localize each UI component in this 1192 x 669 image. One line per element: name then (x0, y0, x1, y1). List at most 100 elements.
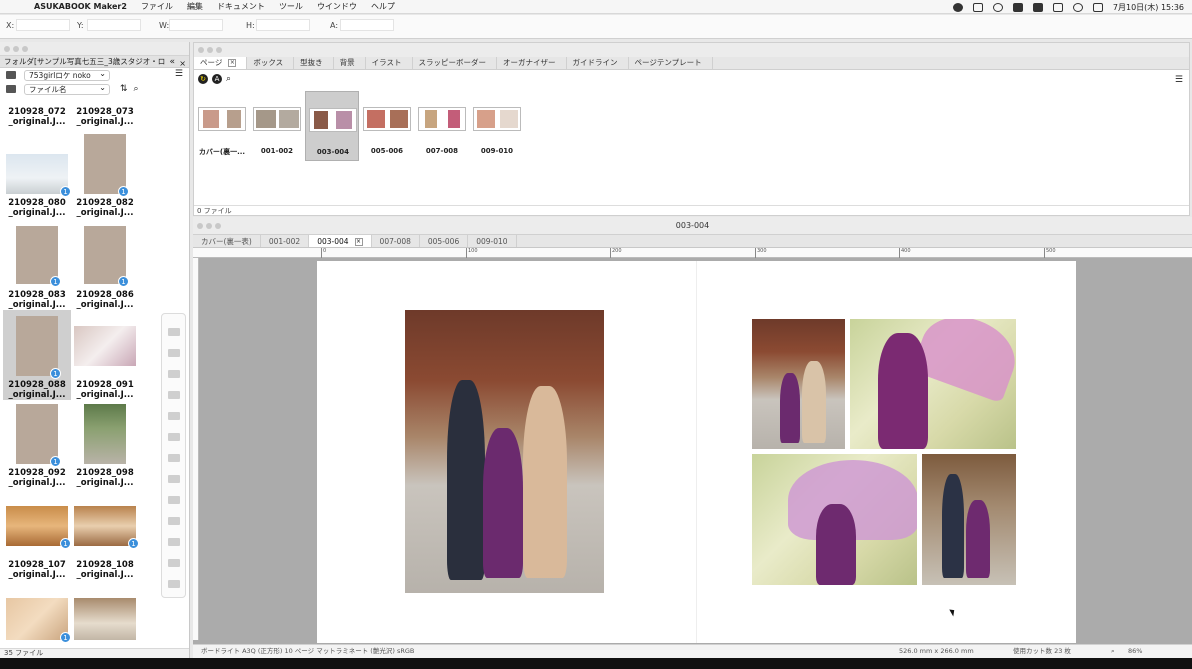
doc-tab-003-004[interactable]: 003-004 × (309, 235, 372, 247)
sort-select[interactable]: ファイル名 (24, 83, 110, 95)
close-dot[interactable] (4, 46, 10, 52)
photo-box-family[interactable] (405, 310, 604, 593)
x-field[interactable] (16, 19, 70, 31)
close-dot[interactable] (198, 47, 204, 53)
space-evenly-icon[interactable] (168, 496, 180, 504)
doc-tab-007-008[interactable]: 007-008 (372, 235, 420, 247)
panel-menu-icon[interactable]: ☰ (175, 69, 183, 79)
sort-order-icon[interactable]: ⇅ (120, 84, 128, 94)
page-panel-menu-icon[interactable]: ☰ (1175, 75, 1183, 85)
h-field[interactable] (256, 19, 310, 31)
minimize-dot[interactable] (207, 47, 213, 53)
spread-thumbnail[interactable]: 001-002 (250, 91, 304, 161)
menu-help[interactable]: ヘルプ (371, 1, 395, 12)
clock[interactable]: 7月10日(木) 15:36 (1113, 2, 1184, 13)
align-middle-icon[interactable] (168, 412, 180, 420)
folder-select[interactable]: 753girlロケ noko (24, 69, 110, 81)
spread-thumbnail[interactable]: 005-006 (360, 91, 414, 161)
tab-page-template[interactable]: ページテンプレート (629, 57, 713, 69)
distribute-vertical-icon[interactable] (168, 454, 180, 462)
match-width-icon[interactable] (168, 538, 180, 546)
zoom-dot[interactable] (216, 47, 222, 53)
minimize-dot[interactable] (206, 223, 212, 229)
thumbnail-item[interactable]: 1 210928_092 _original.J... (3, 404, 71, 488)
thumbnail-item[interactable]: 1 210928_083 _original.J... (3, 226, 71, 310)
zoom-level[interactable]: 86% (1128, 645, 1142, 658)
wifi-icon[interactable] (1052, 2, 1063, 12)
minimize-dot[interactable] (13, 46, 19, 52)
tab-illustration[interactable]: イラスト (366, 57, 413, 69)
thumbnail-item-selected[interactable]: 1 210928_088 _original.J... (3, 310, 71, 400)
folder-tab[interactable]: フォルダ[サンプル写真七五三_3歳スタジオ・ロ « × (0, 56, 189, 68)
spread-canvas[interactable] (317, 261, 1076, 643)
y-field[interactable] (87, 19, 141, 31)
match-size-icon[interactable] (168, 559, 180, 567)
search-icon[interactable]: ⌕ (134, 84, 139, 94)
doc-tab-cover[interactable]: カバー(裏一表) (193, 235, 261, 247)
thumbnail-item[interactable]: 1 (3, 598, 71, 643)
spread-thumbnail[interactable]: 009-010 (470, 91, 524, 161)
spread-thumbnail-selected[interactable]: 003-004 (305, 91, 359, 161)
photo-box-father-child[interactable] (922, 454, 1016, 585)
menu-edit[interactable]: 編集 (187, 1, 203, 12)
doc-tab-005-006[interactable]: 005-006 (420, 235, 469, 247)
match-height-icon[interactable] (168, 517, 180, 525)
app-name-menu[interactable]: ASUKABOOK Maker2 (34, 2, 127, 11)
photo-box-shrine-mother-child[interactable] (752, 319, 845, 449)
app-status-icon[interactable] (972, 2, 983, 12)
tab-mask[interactable]: 型抜き (294, 57, 334, 69)
thumbnail-item[interactable] (71, 598, 139, 640)
page-add-icon[interactable]: ↻ (198, 74, 208, 84)
battery-app-icon[interactable] (1012, 2, 1023, 12)
thumbnail-item[interactable]: 210928_091 _original.J... (71, 310, 139, 400)
menu-tools[interactable]: ツール (279, 1, 303, 12)
align-bottom-icon[interactable] (168, 433, 180, 441)
tab-organizer[interactable]: オーガナイザー (497, 57, 567, 69)
creative-cloud-icon[interactable] (952, 2, 963, 12)
collapse-panel-icon[interactable]: « (169, 56, 175, 68)
spread-thumbnail[interactable]: カバー(裏一... (195, 91, 249, 161)
menu-document[interactable]: ドキュメント (217, 1, 265, 12)
thumbnail-item[interactable]: 1 210928_080 _original.J... (3, 134, 71, 218)
thumbnail-item[interactable]: 1 210928_108 _original.J... (71, 506, 139, 580)
tab-slappy-border[interactable]: スラッピーボーダー (413, 57, 497, 69)
photo-box-umbrella-wide[interactable] (752, 454, 917, 585)
play-icon[interactable] (992, 2, 1003, 12)
thumbnail-item[interactable]: 210928_072 _original.J... (3, 107, 71, 127)
control-center-icon[interactable] (1092, 2, 1103, 12)
folder-open-icon[interactable] (6, 85, 16, 93)
close-tab-icon[interactable]: × (354, 238, 363, 246)
align-top-icon[interactable] (168, 391, 180, 399)
spread-thumbnail[interactable]: 007-008 (415, 91, 469, 161)
rotate-group-icon[interactable] (168, 580, 180, 588)
thumbnail-item[interactable]: 210928_098 _original.J... (71, 404, 139, 488)
thumbnail-item[interactable]: 1 210928_086 _original.J... (71, 226, 139, 310)
page-search-icon[interactable]: ⌕ (226, 74, 231, 84)
thumbnail-item[interactable]: 1 210928_107 _original.J... (3, 506, 71, 580)
menu-file[interactable]: ファイル (141, 1, 173, 12)
photo-box-umbrella-closeup[interactable] (850, 319, 1016, 449)
doc-tab-001-002[interactable]: 001-002 (261, 235, 310, 247)
align-center-icon[interactable] (168, 349, 180, 357)
a-field[interactable] (340, 19, 394, 31)
distribute-horizontal-icon[interactable] (168, 475, 180, 483)
tab-pages[interactable]: ページ × (194, 57, 248, 69)
align-left-icon[interactable] (168, 328, 180, 336)
align-right-icon[interactable] (168, 370, 180, 378)
zoom-dot[interactable] (22, 46, 28, 52)
doc-tab-009-010[interactable]: 009-010 (468, 235, 517, 247)
close-dot[interactable] (197, 223, 203, 229)
input-method-icon[interactable] (1032, 2, 1043, 12)
spotlight-search-icon[interactable] (1072, 2, 1083, 12)
zoom-dot[interactable] (215, 223, 221, 229)
menu-window[interactable]: ウインドウ (317, 1, 357, 12)
page-warning-icon[interactable]: A (212, 74, 222, 84)
tab-guideline[interactable]: ガイドライン (567, 57, 629, 69)
tab-background[interactable]: 背景 (334, 57, 366, 69)
zoom-icon[interactable]: ⌕ (1111, 645, 1115, 658)
thumbnail-item[interactable]: 1 210928_082 _original.J... (71, 134, 139, 218)
w-field[interactable] (169, 19, 223, 31)
thumbnail-item[interactable]: 210928_073 _original.J... (71, 107, 139, 127)
close-tab-icon[interactable]: × (228, 59, 237, 67)
tab-box[interactable]: ボックス (247, 57, 295, 69)
